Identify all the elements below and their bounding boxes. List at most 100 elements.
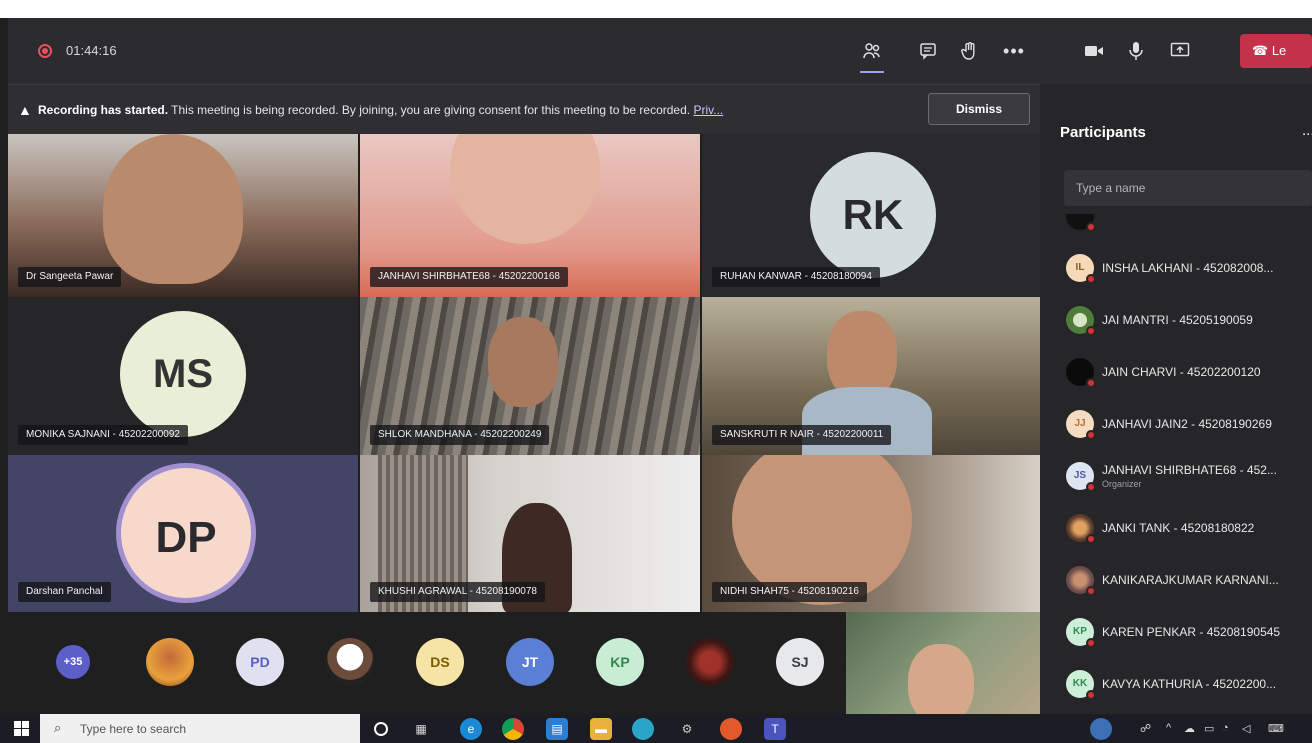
- avatar: JJ: [1066, 410, 1096, 440]
- people-tray-icon[interactable]: ☍: [1140, 722, 1151, 735]
- teams-icon[interactable]: T: [764, 718, 786, 740]
- tray-app-icon[interactable]: [1090, 718, 1112, 740]
- list-item[interactable]: IL INSHA LAKHANI - 452082008...: [1040, 244, 1312, 294]
- list-item[interactable]: JAIN CHARVI - 45202200120: [1040, 348, 1312, 398]
- status-badge: [1086, 534, 1096, 544]
- camera-button[interactable]: [1078, 35, 1110, 67]
- avatar: KP: [1066, 618, 1096, 648]
- participant-list: IL INSHA LAKHANI - 452082008... JAI MANT…: [1040, 214, 1312, 714]
- video-tile[interactable]: SANSKRUTI R NAIR - 45202200011: [702, 297, 1040, 455]
- browser-icon[interactable]: [720, 718, 742, 740]
- list-item[interactable]: KP KAREN PENKAR - 45208190545: [1040, 608, 1312, 658]
- file-explorer-icon[interactable]: ▬: [590, 718, 612, 740]
- video-tile[interactable]: JANHAVI SHIRBHATE68 - 45202200168: [360, 134, 700, 297]
- video-tile[interactable]: NIDHI SHAH75 - 45208190216: [702, 455, 1040, 612]
- banner-text: Recording has started. This meeting is b…: [38, 103, 723, 117]
- strip-avatar[interactable]: PD: [236, 638, 284, 686]
- status-badge: [1086, 586, 1096, 596]
- taskbar-search-placeholder: Type here to search: [80, 722, 187, 736]
- status-badge: [1086, 222, 1096, 232]
- people-icon: [863, 43, 880, 59]
- strip-avatar-photo[interactable]: [326, 638, 374, 686]
- panel-more-button[interactable]: ...: [1302, 122, 1312, 139]
- task-view-icon[interactable]: ▦: [410, 718, 432, 740]
- list-item[interactable]: KK KAVYA KATHURIA - 45202200...: [1040, 660, 1312, 710]
- warning-icon: ▲: [18, 102, 32, 118]
- windows-start-button[interactable]: [14, 721, 30, 737]
- app-icon[interactable]: [632, 718, 654, 740]
- more-actions-button[interactable]: •••: [998, 35, 1030, 67]
- hang-up-icon: ☎: [1252, 43, 1269, 58]
- list-item[interactable]: JS JANHAVI SHIRBHATE68 - 452... Organize…: [1040, 452, 1312, 502]
- list-item[interactable]: JAI MANTRI - 45205190059: [1040, 296, 1312, 346]
- status-badge: [1086, 482, 1096, 492]
- strip-avatar[interactable]: JT: [506, 638, 554, 686]
- participants-toggle-button[interactable]: [856, 35, 888, 73]
- video-camera-icon: [1085, 46, 1103, 56]
- network-icon[interactable]: ◔: [1222, 722, 1229, 734]
- video-tile[interactable]: DP Darshan Panchal: [8, 455, 358, 612]
- privacy-link[interactable]: Priv...: [693, 103, 723, 117]
- chat-icon: [920, 43, 936, 60]
- list-item[interactable]: KANIKARAJKUMAR KARNANI...: [1040, 556, 1312, 606]
- recording-indicator-icon: [38, 44, 52, 58]
- list-item[interactable]: JJ JANHAVI JAIN2 - 45208190269: [1040, 400, 1312, 450]
- share-screen-button[interactable]: [1164, 35, 1196, 67]
- dismiss-button[interactable]: Dismiss: [928, 93, 1030, 125]
- participant-name: JANHAVI JAIN2 - 45208190269: [1102, 417, 1272, 431]
- strip-avatar-photo[interactable]: [146, 638, 194, 686]
- avatar: KK: [1066, 670, 1096, 700]
- tile-name-label: RUHAN KANWAR - 45208180094: [712, 267, 880, 287]
- video-tile[interactable]: Dr Sangeeta Pawar: [8, 134, 358, 297]
- video-grid: Dr Sangeeta Pawar JANHAVI SHIRBHATE68 - …: [8, 134, 1040, 612]
- status-badge: [1086, 430, 1096, 440]
- settings-icon[interactable]: ⚙: [676, 718, 698, 740]
- avatar: IL: [1066, 254, 1096, 284]
- battery-icon[interactable]: ▭: [1204, 722, 1214, 735]
- edge-browser-icon[interactable]: e: [460, 718, 482, 740]
- raise-hand-button[interactable]: [954, 35, 986, 67]
- tile-name-label: Darshan Panchal: [18, 582, 111, 602]
- list-item[interactable]: [1040, 214, 1312, 242]
- video-tile[interactable]: MS MONIKA SAJNANI - 45202200092: [8, 297, 358, 455]
- tray-arrow-icon[interactable]: ^: [1166, 722, 1171, 734]
- store-icon[interactable]: ▤: [546, 718, 568, 740]
- participant-video: [450, 134, 600, 244]
- volume-icon[interactable]: ◁: [1242, 722, 1250, 735]
- overflow-participants-button[interactable]: +35: [56, 645, 90, 679]
- strip-avatar-photo[interactable]: [686, 638, 734, 686]
- avatar: [1066, 358, 1096, 388]
- participant-search-input[interactable]: [1064, 170, 1312, 206]
- panel-title: Participants: [1060, 124, 1146, 141]
- list-item[interactable]: JANKI TANK - 45208180822: [1040, 504, 1312, 554]
- hand-icon: [961, 42, 975, 60]
- strip-avatar[interactable]: DS: [416, 638, 464, 686]
- input-language-icon[interactable]: ⌨: [1268, 722, 1284, 735]
- chrome-icon[interactable]: [502, 718, 524, 740]
- share-screen-icon: [1170, 42, 1190, 57]
- participants-panel: Participants ... IL INSHA LAKHANI - 4520…: [1040, 84, 1312, 714]
- banner-message: This meeting is being recorded. By joini…: [171, 103, 691, 117]
- search-icon: ⌕: [54, 720, 62, 735]
- window-top-edge: [0, 0, 1312, 18]
- participant-name: INSHA LAKHANI - 452082008...: [1102, 261, 1274, 275]
- video-tile[interactable]: RK RUHAN KANWAR - 45208180094: [702, 134, 1040, 297]
- video-tile[interactable]: KHUSHI AGRAWAL - 45208190078: [360, 455, 700, 612]
- avatar: [1066, 566, 1096, 596]
- strip-avatar[interactable]: SJ: [776, 638, 824, 686]
- tile-name-label: KHUSHI AGRAWAL - 45208190078: [370, 582, 545, 602]
- leave-button[interactable]: ☎ Le: [1240, 34, 1312, 68]
- microphone-icon: [1129, 42, 1143, 60]
- chat-button[interactable]: [912, 35, 944, 67]
- microphone-button[interactable]: [1120, 35, 1152, 67]
- cloud-icon[interactable]: ☁: [1184, 722, 1195, 735]
- participant-search[interactable]: [1064, 170, 1312, 206]
- strip-avatar[interactable]: KP: [596, 638, 644, 686]
- taskbar-search[interactable]: ⌕ Type here to search: [40, 714, 360, 743]
- tile-name-label: Dr Sangeeta Pawar: [18, 267, 122, 287]
- participant-name: JAI MANTRI - 45205190059: [1102, 313, 1253, 327]
- video-tile[interactable]: SHLOK MANDHANA - 45202200249: [360, 297, 700, 455]
- participant-video: [103, 134, 243, 284]
- meeting-timer: 01:44:16: [66, 43, 117, 58]
- cortana-icon[interactable]: [374, 722, 388, 736]
